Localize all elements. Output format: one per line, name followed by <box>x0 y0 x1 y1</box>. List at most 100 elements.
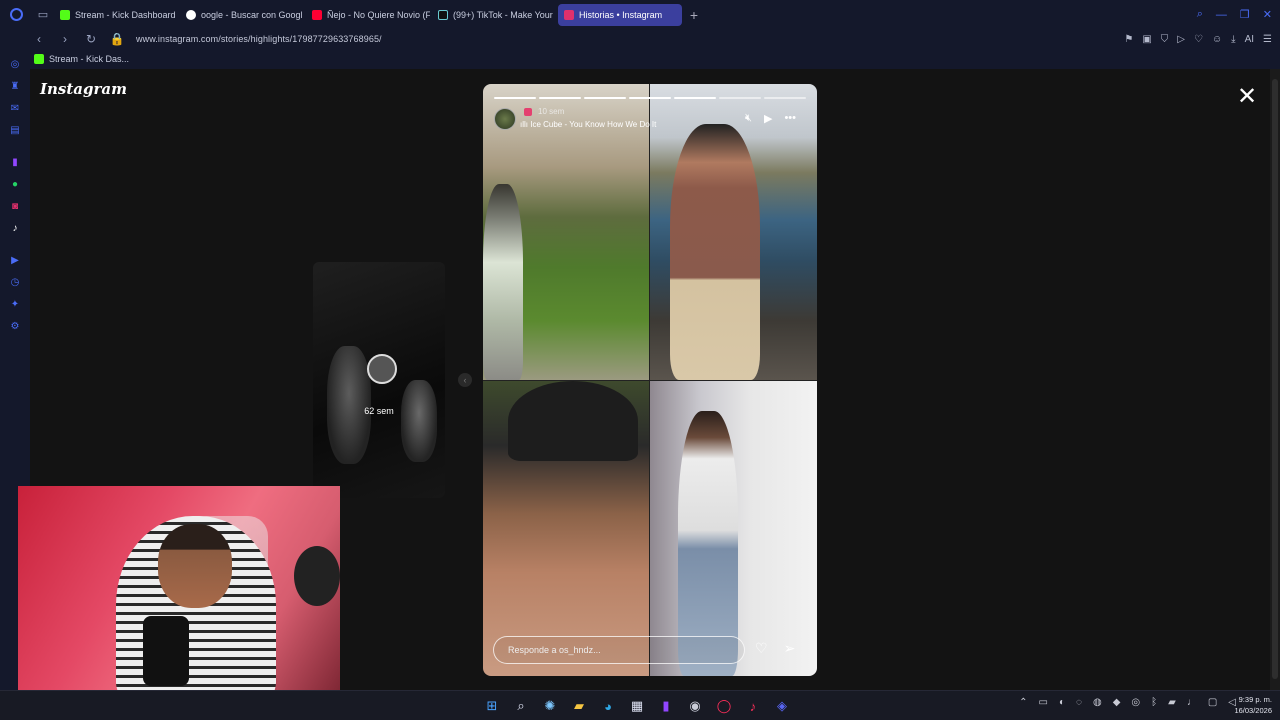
tab-title: Stream - Kick Dashboard <box>75 9 176 20</box>
instagram-logo[interactable]: Instagram <box>40 80 127 98</box>
player-icon[interactable]: ▷ <box>1177 34 1185 45</box>
previous-story-preview[interactable]: 62 sem <box>313 262 445 498</box>
file-explorer-icon[interactable]: ▰ <box>569 696 589 716</box>
twitch-icon[interactable]: ▮ <box>0 151 30 173</box>
tab-kick-dashboard[interactable]: Stream - Kick Dashboard <box>54 4 178 26</box>
search-icon[interactable]: ⌕ <box>511 696 531 716</box>
close-stories-button[interactable]: ✕ <box>1236 85 1258 109</box>
tab-list-icon[interactable]: ▭ <box>32 0 54 29</box>
discord-icon[interactable]: ◈ <box>772 696 792 716</box>
system-clock[interactable]: 9:39 p. m. 16/03/2026 <box>1234 694 1272 716</box>
edge-icon[interactable]: ◕ <box>598 696 618 716</box>
address-bar: ‹ › ↻ 🔒 www.instagram.com/stories/highli… <box>0 29 1280 49</box>
scrollbar-thumb[interactable] <box>1272 79 1278 679</box>
maximize-icon[interactable]: ❐ <box>1240 8 1250 21</box>
google-icon <box>186 9 196 20</box>
extensions-icon[interactable]: ✦ <box>0 293 30 315</box>
story-timestamp: 10 sem <box>538 107 565 116</box>
system-tray: ⌃ ▭ ◐ ◌ ◍ ◆ ◎ ᛒ ▰ ♩ ▢ ◁ <box>1019 697 1236 708</box>
m-icon[interactable]: ▤ <box>0 119 30 141</box>
kick-icon <box>60 9 70 20</box>
steam-icon[interactable]: ◍ <box>1093 697 1102 708</box>
obs-icon[interactable]: ◉ <box>685 696 705 716</box>
copilot-icon[interactable]: ✺ <box>540 696 560 716</box>
bookmark-kick[interactable]: Stream - Kick Das... <box>34 54 129 64</box>
tray-app-icon[interactable]: ▭ <box>1039 697 1048 708</box>
account-icon[interactable]: ☺ <box>1212 34 1222 45</box>
tiktok-sidebar-icon[interactable]: ♪ <box>0 217 30 239</box>
mic-icon[interactable]: ♩ <box>1187 697 1197 708</box>
clock-time: 9:39 p. m. <box>1238 695 1272 704</box>
shield-icon[interactable]: ⛉ <box>1161 34 1169 45</box>
network-icon[interactable]: ▢ <box>1208 697 1217 708</box>
story-viewer[interactable]: 10 sem ıllı Ice Cube - You Know How We D… <box>483 84 817 676</box>
story-progress-bar <box>494 97 806 99</box>
reload-icon[interactable]: ↻ <box>82 29 100 49</box>
messenger-icon[interactable]: ✉ <box>0 97 30 119</box>
settings-icon[interactable]: ⚙ <box>0 315 30 337</box>
tray-chevron-icon[interactable]: ⌃ <box>1019 697 1027 708</box>
previous-story-arrow-icon[interactable]: ‹ <box>458 373 472 387</box>
tray-app-icon[interactable]: ◆ <box>1113 697 1121 708</box>
highlight-badge-icon <box>524 108 532 116</box>
heart-icon[interactable]: ♡ <box>1194 34 1203 45</box>
crypto-wallet-icon[interactable]: ♜ <box>0 75 30 97</box>
instagram-sidebar-icon[interactable]: ◙ <box>0 195 30 217</box>
screen: ▭ Stream - Kick Dashboard oogle - Buscar… <box>0 0 1280 720</box>
store-icon[interactable]: ▦ <box>627 696 647 716</box>
aria-icon[interactable]: ◎ <box>0 53 30 75</box>
tray-app-icon[interactable]: ◐ <box>1059 697 1065 708</box>
window-controls: ⌕ — ❐ ✕ <box>1197 0 1272 29</box>
url-field[interactable]: www.instagram.com/stories/highlights/179… <box>136 34 382 44</box>
tab-google-search[interactable]: oogle - Buscar con Googl <box>180 4 304 26</box>
browser-logo-icon[interactable] <box>0 0 32 29</box>
twitch-app-icon[interactable]: ▮ <box>656 696 676 716</box>
nvidia-icon[interactable]: ▰ <box>1168 697 1176 708</box>
play-icon[interactable]: ▶ <box>764 112 772 125</box>
music-bars-icon: ıllı <box>520 120 531 129</box>
story-controls: 🔇︎ ▶ ••• <box>745 112 796 125</box>
download-icon[interactable]: ⤓ <box>1231 34 1235 45</box>
tab-instagram-stories[interactable]: Historias • Instagram <box>558 3 682 26</box>
windows-start-icon[interactable]: ⊞ <box>482 696 502 716</box>
close-window-icon[interactable]: ✕ <box>1263 8 1272 21</box>
chrome-tray-icon[interactable]: ◎ <box>1131 697 1140 708</box>
drum-cymbal <box>294 546 340 606</box>
minimize-icon[interactable]: — <box>1216 9 1227 21</box>
bookmark-label: Stream - Kick Das... <box>49 54 130 64</box>
microphone <box>143 616 189 686</box>
tab-youtube-video[interactable]: Ñejo - No Quiere Novio (F <box>306 4 430 26</box>
whatsapp-icon[interactable]: ● <box>0 173 30 195</box>
back-icon[interactable]: ‹ <box>30 29 48 49</box>
snapshot-icon[interactable]: ▣ <box>1142 34 1151 45</box>
tray-app-icon[interactable]: ◌ <box>1076 697 1082 708</box>
mute-icon[interactable]: 🔇︎ <box>745 112 752 125</box>
instagram-icon <box>564 9 574 20</box>
bookmark-icon[interactable]: ⚑ <box>1124 34 1133 45</box>
tab-title: Historias • Instagram <box>579 9 663 20</box>
history-icon[interactable]: ◷ <box>0 271 30 293</box>
page-scrollbar[interactable] <box>1270 69 1280 690</box>
search-tabs-icon[interactable]: ⌕ <box>1197 8 1203 21</box>
story-actions: ♡ ➢ <box>755 640 795 657</box>
tab-tiktok[interactable]: (99+) TikTok - Make Your <box>432 4 556 26</box>
menu-icon[interactable]: ☰ <box>1263 34 1272 45</box>
song-title: Ice Cube - You Know How We Do It <box>530 120 657 129</box>
ai-icon[interactable]: AI <box>1245 34 1254 45</box>
more-options-icon[interactable]: ••• <box>784 112 796 125</box>
story-photo-mirror-selfie <box>650 381 817 676</box>
new-tab-button[interactable]: + <box>684 5 704 25</box>
forward-icon[interactable]: › <box>56 29 74 49</box>
tab-bar: ▭ Stream - Kick Dashboard oogle - Buscar… <box>0 0 1280 29</box>
player-sidebar-icon[interactable]: ▶ <box>0 249 30 271</box>
windows-taskbar: ⊞ ⌕ ✺ ▰ ◕ ▦ ▮ ◉ ◯ ♪ ◈ ⌃ ▭ ◐ ◌ ◍ ◆ ◎ ᛒ ▰ … <box>0 690 1280 720</box>
tiktok-app-icon[interactable]: ♪ <box>743 696 763 716</box>
story-user-avatar[interactable] <box>494 108 516 130</box>
like-heart-icon[interactable]: ♡ <box>755 640 768 657</box>
story-music[interactable]: ıllı Ice Cube - You Know How We Do It <box>520 120 656 129</box>
send-icon[interactable]: ➢ <box>784 640 796 657</box>
bluetooth-icon[interactable]: ᛒ <box>1151 697 1157 708</box>
opera-gx-icon[interactable]: ◯ <box>714 696 734 716</box>
reply-input[interactable]: Responde a os_hndz... <box>493 636 745 664</box>
address-tools: ⚑ ▣ ⛉ ▷ ♡ ☺ ⤓ AI ☰ <box>1124 29 1272 49</box>
